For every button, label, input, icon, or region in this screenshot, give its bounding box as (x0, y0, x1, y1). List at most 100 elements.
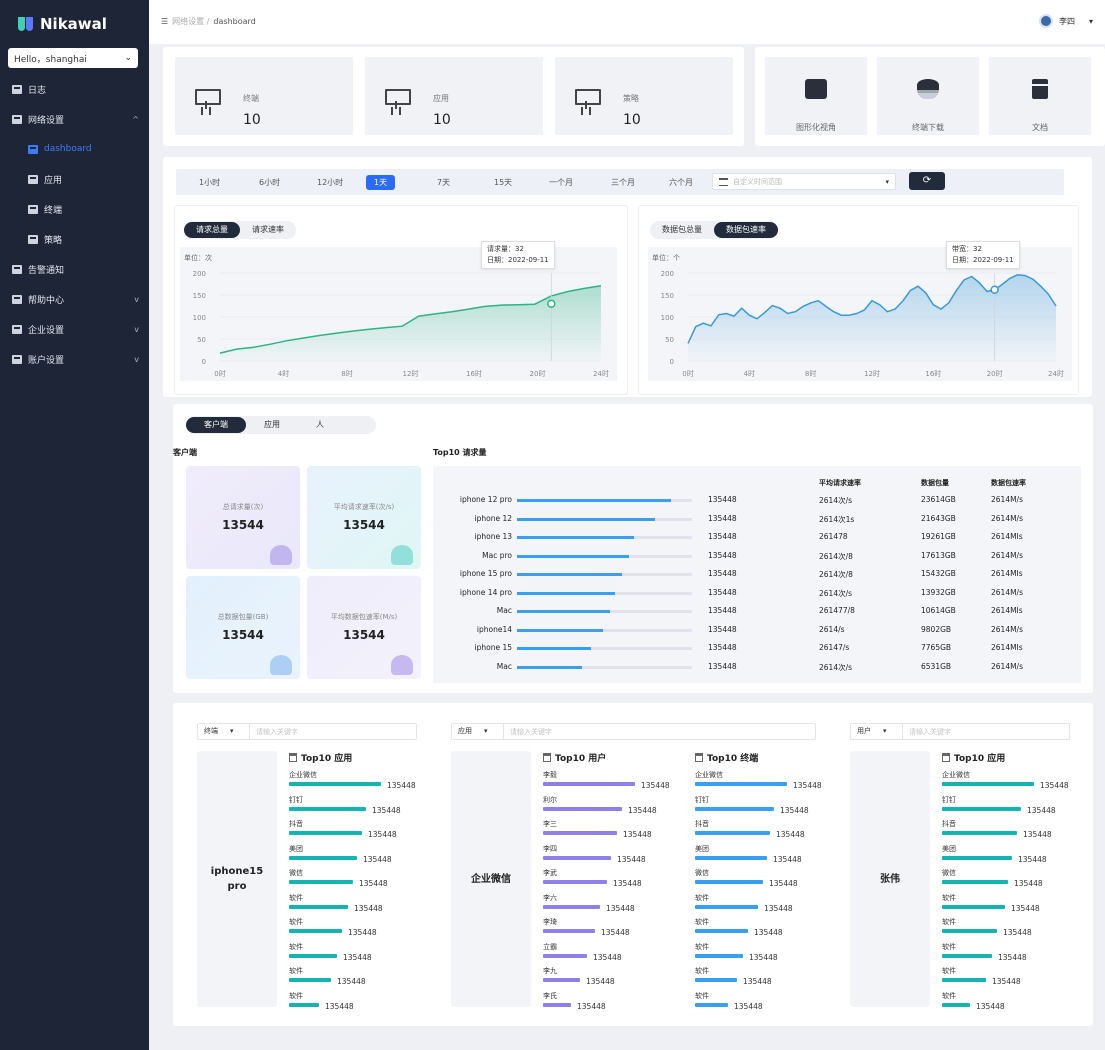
filter-input[interactable]: 请输入关键字 (250, 727, 298, 737)
list-item-name: 软件 (695, 967, 709, 975)
sidebar-item[interactable]: 日志 (0, 75, 149, 103)
breadcrumb-current: dashboard (213, 17, 256, 26)
row-c1: 2614次/s (819, 496, 853, 505)
list-item-bar (543, 880, 607, 884)
tab-0[interactable]: 客户端 (186, 417, 246, 433)
list-item-name: 钉钉 (695, 795, 709, 804)
sidebar-item[interactable]: 应用 (0, 165, 149, 193)
kpi-card: 总请求量(次) 13544 (186, 466, 300, 569)
custom-range-input[interactable]: 自定义时间范围 ▾ (712, 173, 896, 190)
list-item-name: 企业微信 (289, 771, 317, 779)
tab-0[interactable]: 请求总量 (184, 222, 240, 238)
list-title: Top10 应用 (289, 751, 352, 764)
top-bar: ☰ 网络设置 / dashboard 李四 ▾ (149, 0, 1105, 44)
bar-track (517, 554, 692, 558)
stats-card: 终端 10 应用 10 策略 10 (163, 47, 744, 146)
time-range-option[interactable]: 六个月 (661, 175, 701, 190)
refresh-button[interactable]: ⟳ (909, 172, 945, 190)
y-tick-label: 50 (665, 336, 674, 344)
row-c3: 2614MIs (991, 532, 1023, 541)
list-item-value: 135448 (976, 1001, 1005, 1011)
list-item-value: 135448 (998, 952, 1027, 962)
site-select[interactable]: Hello，shanghai ⌄ (8, 48, 138, 68)
time-range-option[interactable]: 6小时 (251, 175, 288, 190)
brand-logo[interactable]: Nikawal (18, 10, 107, 38)
table-row: iphone 15 pro 135448 2614次/8 15432GB 2614MIs (433, 566, 1081, 582)
menu-icon[interactable]: ☰ (161, 17, 168, 26)
tab-2[interactable]: 人 (298, 417, 342, 433)
filter-select[interactable]: 终端 ▾ (198, 724, 250, 739)
tooltip-line: 请求量：32 (487, 245, 524, 253)
user-menu[interactable]: 李四 ▾ (1038, 14, 1093, 28)
list-item-name: 软件 (942, 942, 956, 951)
table-row: iphone14 135448 2614/s 9802GB 2614M/s (433, 622, 1081, 638)
filter-input[interactable]: 请输入关键字 (903, 727, 951, 737)
bar-fill (517, 610, 610, 613)
sidebar-item[interactable]: dashboard (0, 135, 149, 163)
filter-select[interactable]: 用户 ▾ (851, 724, 903, 739)
list-item-name: 软件 (942, 893, 956, 902)
sidebar-item[interactable]: 企业设置 v (0, 315, 149, 343)
time-range-option[interactable]: 1天 (366, 175, 396, 190)
filter-select-value: 终端 (204, 727, 218, 735)
quick-action[interactable]: 图形化视角 (765, 57, 867, 135)
time-range-option[interactable]: 12小时 (309, 175, 351, 190)
list-item-bar (289, 782, 381, 786)
sidebar-item[interactable]: 终端 (0, 195, 149, 223)
breadcrumb-parent[interactable]: 网络设置 / (172, 16, 209, 27)
series-area (688, 274, 1056, 361)
bar-fill (517, 499, 671, 502)
stat-value: 10 (433, 112, 451, 128)
y-unit-label: 单位：次 (184, 253, 212, 262)
file-icon (1032, 79, 1048, 99)
filter-bar[interactable]: 用户 ▾ 请输入关键字 (850, 723, 1070, 740)
chevron-down-icon: v (134, 294, 139, 304)
tab-0[interactable]: 数据包总量 (650, 222, 714, 238)
row-value: 135448 (708, 661, 737, 671)
document-icon (942, 753, 950, 762)
y-tick-label: 150 (661, 292, 674, 300)
list-item-value: 135448 (734, 1001, 763, 1011)
row-value: 135448 (708, 624, 737, 634)
tab-1[interactable]: 数据包速率 (714, 222, 778, 238)
list-item: 李三 135448 (543, 819, 683, 843)
list-item-value: 135448 (641, 781, 670, 790)
filter-bar[interactable]: 终端 ▾ 请输入关键字 (197, 723, 417, 740)
sidebar-item[interactable]: 账户设置 v (0, 345, 149, 373)
time-range-option[interactable]: 1小时 (191, 175, 228, 190)
row-name: iphone 13 (474, 532, 512, 541)
filter-select[interactable]: 应用 ▾ (452, 724, 504, 739)
row-value: 135448 (708, 587, 737, 597)
filter-bar[interactable]: 应用 ▾ 请输入关键字 (451, 723, 816, 740)
time-range-option[interactable]: 三个月 (603, 175, 643, 190)
list-item: 美团 135448 (695, 844, 835, 868)
bar-track (517, 573, 692, 576)
list-item-bar (695, 806, 774, 811)
list-item-name: 美团 (942, 844, 956, 853)
sidebar-item[interactable]: 帮助中心 v (0, 285, 149, 313)
list-item-bar (543, 929, 595, 933)
sidebar-item[interactable]: 网络设置 ^ (0, 105, 149, 133)
quick-action[interactable]: 终端下载 (877, 57, 979, 135)
list-title: Top10 终端 (695, 751, 758, 764)
bar-track (517, 647, 692, 650)
list-item-value: 135448 (793, 781, 822, 790)
list-item-name: 李毅 (543, 771, 557, 779)
sidebar-item[interactable]: 告警通知 (0, 255, 149, 283)
row-value: 135448 (708, 532, 737, 541)
filter-input[interactable]: 请输入关键字 (504, 727, 552, 737)
list-item-value: 135448 (343, 952, 372, 962)
row-value: 135448 (708, 643, 737, 652)
tab-1[interactable]: 应用 (246, 417, 298, 433)
time-range-option[interactable]: 15天 (486, 175, 520, 190)
time-range-option[interactable]: 7天 (429, 175, 458, 190)
sidebar-item[interactable]: 策略 (0, 225, 149, 253)
list-item-value: 135448 (1040, 781, 1069, 790)
time-range-option[interactable]: 一个月 (541, 175, 581, 190)
list-item-value: 135448 (577, 1001, 606, 1011)
tab-1[interactable]: 请求速率 (240, 222, 296, 238)
row-c1: 26147/s (819, 643, 850, 652)
list-item-bar (942, 1002, 970, 1007)
quick-action[interactable]: 文档 (989, 57, 1091, 135)
detail-panel: 用户 ▾ 请输入关键字 张伟 Top10 应用 企业微信 135448 钉钉 135448 抖音 1… (838, 713, 1082, 1018)
